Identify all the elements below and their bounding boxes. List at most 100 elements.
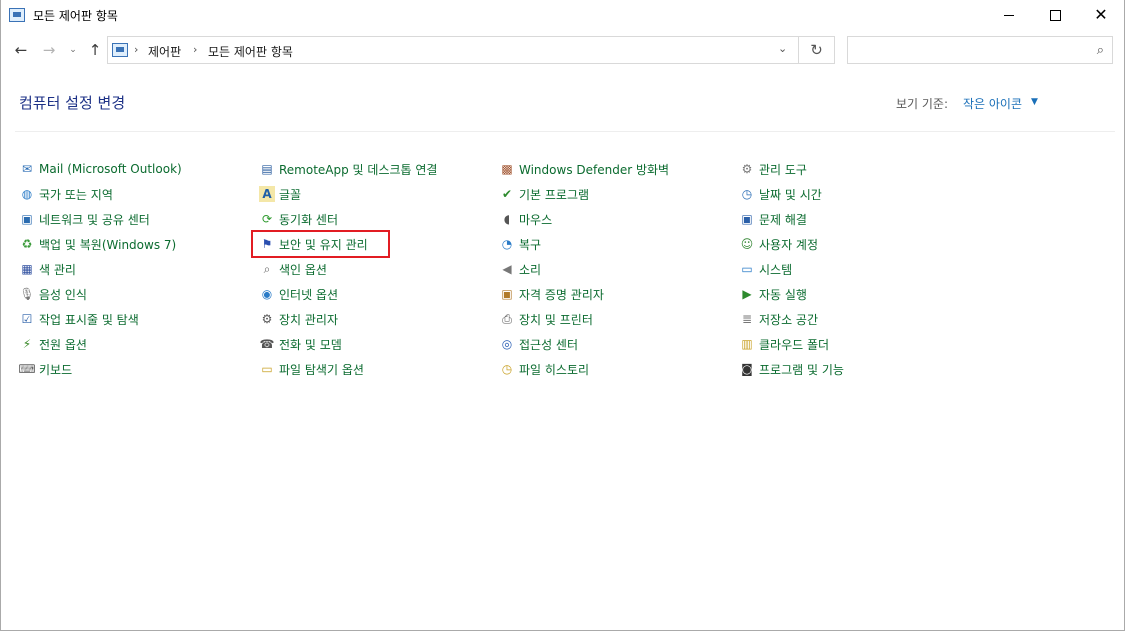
forward-button[interactable]: →: [39, 40, 59, 60]
selection-highlight-box: [251, 230, 390, 258]
item-sound[interactable]: ◀ 소리: [499, 259, 541, 279]
item-label: 복구: [519, 237, 542, 252]
ease-of-access-icon: ◎: [501, 337, 513, 351]
printer-icon: ⎙: [502, 312, 512, 326]
item-indexing-options[interactable]: ⌕ 색인 옵션: [259, 259, 327, 279]
fonts-icon: A: [259, 186, 275, 202]
item-mouse[interactable]: ◖ 마우스: [499, 209, 552, 229]
item-label: 시스템: [759, 262, 793, 277]
back-button[interactable]: ←: [11, 40, 31, 60]
item-label: Mail (Microsoft Outlook): [39, 162, 182, 176]
item-troubleshooting[interactable]: ▣ 문제 해결: [739, 209, 807, 229]
minimize-button[interactable]: [986, 0, 1032, 30]
speaker-icon: ◀: [502, 262, 512, 276]
item-label: 네트워크 및 공유 센터: [39, 212, 150, 227]
minimize-icon: [1004, 14, 1014, 16]
maximize-button[interactable]: [1032, 0, 1078, 30]
recent-locations-button[interactable]: ⌄: [63, 40, 83, 60]
item-sync-center[interactable]: ⟳ 동기화 센터: [259, 209, 338, 229]
breadcrumb-separator-icon[interactable]: ›: [193, 43, 197, 56]
item-storage-spaces[interactable]: ≣ 저장소 공간: [739, 309, 818, 329]
item-speech-recognition[interactable]: 🎙 음성 인식: [19, 284, 87, 304]
item-label: 색 관리: [39, 262, 76, 277]
item-label: 저장소 공간: [759, 312, 819, 327]
item-programs-features[interactable]: ◙ 프로그램 및 기능: [739, 359, 844, 379]
breadcrumb-all-items[interactable]: 모든 제어판 항목: [208, 43, 293, 60]
item-admin-tools[interactable]: ⚙ 관리 도구: [739, 159, 807, 179]
keyboard-icon: ⌨: [18, 362, 36, 376]
item-backup-restore[interactable]: ♻ 백업 및 복원(Windows 7): [19, 234, 177, 254]
item-ease-of-access[interactable]: ◎ 접근성 센터: [499, 334, 578, 354]
item-label: 동기화 센터: [279, 212, 339, 227]
maximize-icon: [1049, 9, 1061, 21]
search-box[interactable]: ⌕: [847, 36, 1113, 64]
item-label: 소리: [519, 262, 542, 277]
default-programs-icon: ✔: [501, 187, 513, 201]
item-region[interactable]: ◍ 국가 또는 지역: [19, 184, 113, 204]
power-icon: ⚡: [22, 337, 32, 351]
breadcrumb-control-panel[interactable]: 제어판: [148, 43, 181, 60]
item-system[interactable]: ▭ 시스템: [739, 259, 792, 279]
navigation-bar: ← → ⌄ ↑ › 제어판 › 모든 제어판 항목 ⌄ ↻ ⌕: [1, 34, 1124, 66]
system-icon: ▭: [741, 262, 753, 276]
item-device-manager[interactable]: ⚙ 장치 관리자: [259, 309, 338, 329]
close-icon: ✕: [1094, 5, 1108, 24]
item-label: 자동 실행: [759, 287, 807, 302]
search-input[interactable]: [852, 38, 1086, 64]
admin-tools-icon: ⚙: [741, 162, 753, 176]
item-taskbar-navigation[interactable]: ☑ 작업 표시줄 및 탐색: [19, 309, 139, 329]
remoteapp-icon: ▤: [261, 162, 273, 176]
item-label: 글꼴: [279, 187, 302, 202]
close-button[interactable]: ✕: [1078, 0, 1124, 30]
breadcrumb-separator-icon[interactable]: ›: [134, 43, 138, 56]
item-cloud-folders[interactable]: ▥ 클라우드 폴더: [739, 334, 829, 354]
item-power-options[interactable]: ⚡ 전원 옵션: [19, 334, 87, 354]
item-label: 날짜 및 시간: [759, 187, 822, 202]
programs-features-icon: ◙: [741, 362, 753, 376]
item-default-programs[interactable]: ✔ 기본 프로그램: [499, 184, 589, 204]
arrow-right-icon: →: [42, 41, 56, 59]
item-label: 장치 관리자: [279, 312, 339, 327]
refresh-icon: ↻: [810, 41, 823, 59]
item-color-management[interactable]: ▦ 색 관리: [19, 259, 76, 279]
item-label: 작업 표시줄 및 탐색: [39, 312, 139, 327]
item-internet-options[interactable]: ◉ 인터넷 옵션: [259, 284, 338, 304]
dropdown-caret-icon[interactable]: ▼: [1031, 97, 1038, 107]
item-file-history[interactable]: ◷ 파일 히스토리: [499, 359, 589, 379]
item-label: 장치 및 프린터: [519, 312, 593, 327]
item-defender-firewall[interactable]: ▩ Windows Defender 방화벽: [499, 159, 669, 179]
page-title: 컴퓨터 설정 변경: [19, 94, 126, 112]
storage-icon: ≣: [741, 312, 753, 326]
chevron-down-icon: ⌄: [69, 45, 77, 55]
autoplay-icon: ▶: [742, 287, 752, 301]
address-dropdown-icon[interactable]: ⌄: [778, 42, 787, 55]
item-label: 마우스: [519, 212, 553, 227]
item-label: RemoteApp 및 데스크톱 연결: [279, 162, 438, 177]
control-panel-icon: [9, 8, 25, 22]
window-title: 모든 제어판 항목: [33, 9, 118, 23]
item-label: 기본 프로그램: [519, 187, 590, 202]
device-manager-icon: ⚙: [261, 312, 273, 326]
item-credential-manager[interactable]: ▣ 자격 증명 관리자: [499, 284, 604, 304]
item-autoplay[interactable]: ▶ 자동 실행: [739, 284, 807, 304]
address-bar[interactable]: › 제어판 › 모든 제어판 항목 ⌄: [107, 36, 799, 64]
item-recovery[interactable]: ◔ 복구: [499, 234, 541, 254]
item-remoteapp[interactable]: ▤ RemoteApp 및 데스크톱 연결: [259, 159, 437, 179]
item-mail[interactable]: ✉ Mail (Microsoft Outlook): [19, 159, 182, 179]
item-fonts[interactable]: A 글꼴: [259, 184, 301, 204]
item-devices-printers[interactable]: ⎙ 장치 및 프린터: [499, 309, 593, 329]
view-by-dropdown[interactable]: 작은 아이콘: [963, 95, 1022, 112]
refresh-button[interactable]: ↻: [799, 36, 835, 64]
item-label: 음성 인식: [39, 287, 87, 302]
item-date-time[interactable]: ◷ 날짜 및 시간: [739, 184, 822, 204]
item-user-accounts[interactable]: ☺ 사용자 계정: [739, 234, 818, 254]
item-label: 접근성 센터: [519, 337, 579, 352]
item-network-sharing[interactable]: ▣ 네트워크 및 공유 센터: [19, 209, 150, 229]
item-label: 전화 및 모뎀: [279, 337, 342, 352]
item-phone-modem[interactable]: ☎ 전화 및 모뎀: [259, 334, 342, 354]
item-label: 클라우드 폴더: [759, 337, 830, 352]
item-keyboard[interactable]: ⌨ 키보드: [18, 359, 72, 379]
arrow-up-icon: ↑: [88, 41, 102, 59]
item-file-explorer-options[interactable]: ▭ 파일 탐색기 옵션: [259, 359, 364, 379]
up-button[interactable]: ↑: [85, 40, 105, 60]
